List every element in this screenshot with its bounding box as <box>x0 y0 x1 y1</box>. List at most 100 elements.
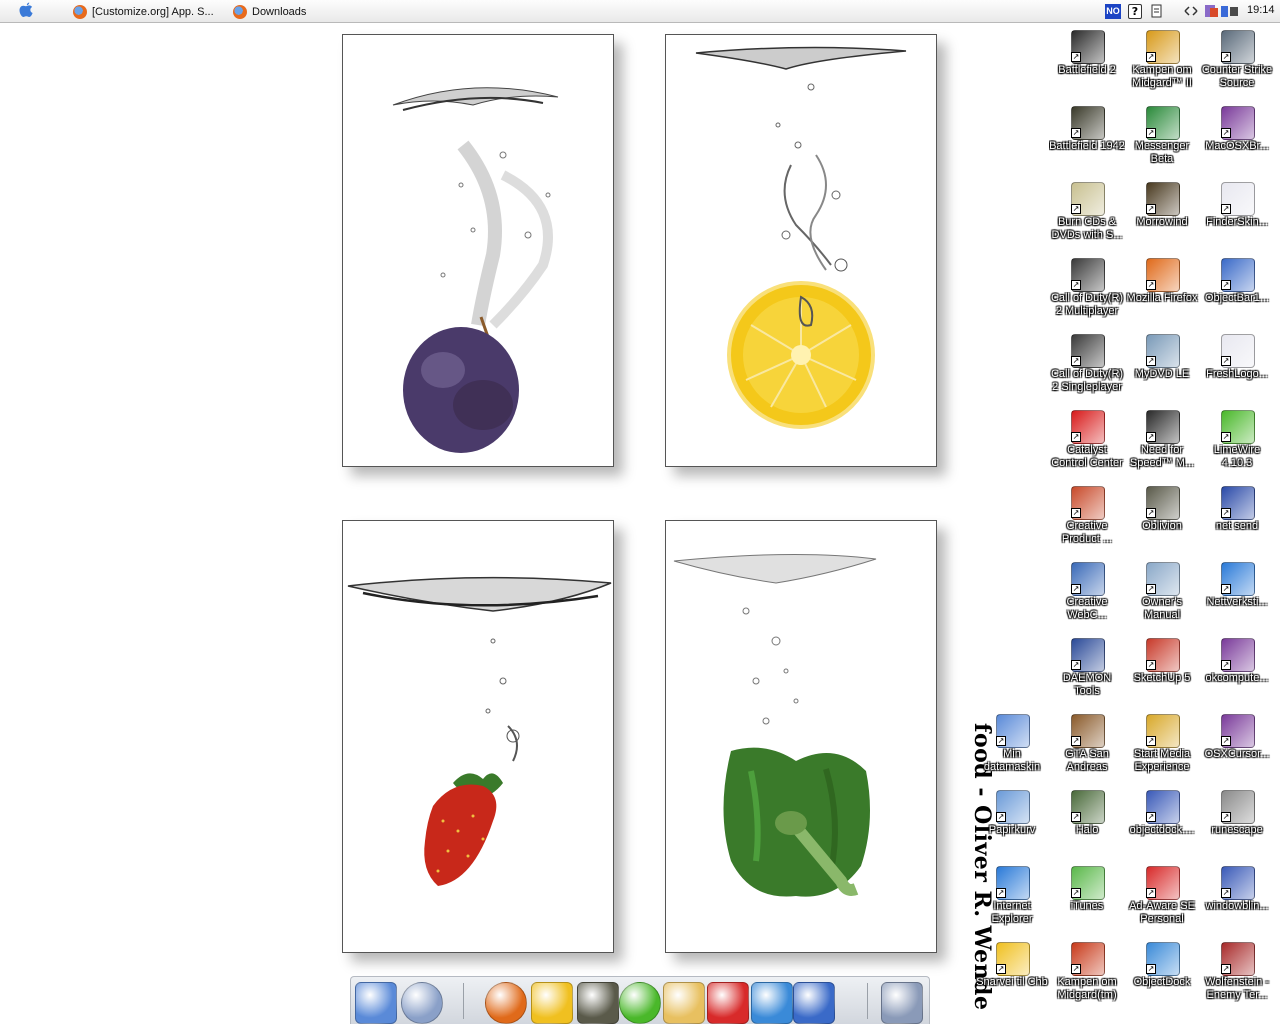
desktop-icon[interactable]: ↗ LimeWire 4.10.3 <box>1199 410 1275 486</box>
wallpaper-photo-plum <box>342 34 614 467</box>
shortcut-arrow-icon: ↗ <box>1146 660 1156 670</box>
desktop-icon[interactable]: ↗ Wolfenstein - Enemy Ter... <box>1199 942 1275 1018</box>
shortcut-arrow-icon: ↗ <box>1221 356 1231 366</box>
language-indicator[interactable]: NO <box>1105 4 1121 19</box>
dock-item-network-tools-icon[interactable] <box>751 982 793 1024</box>
dock-item-folder-icon[interactable] <box>663 982 705 1024</box>
desktop-icon-label: Mozilla Firefox <box>1126 292 1198 304</box>
desktop-icon[interactable]: ↗ Call of Duty(R) 2 Singleplayer <box>1049 334 1125 410</box>
desktop-icon[interactable]: ↗ ObjectBar1... <box>1199 258 1275 334</box>
shortcut-arrow-icon: ↗ <box>1071 736 1081 746</box>
desktop-icon[interactable]: ↗ Mozilla Firefox <box>1124 258 1200 334</box>
shortcut-arrow-icon: ↗ <box>1221 432 1231 442</box>
clock[interactable]: 19:14 <box>1247 4 1275 16</box>
shortcut-arrow-icon: ↗ <box>1146 736 1156 746</box>
desktop-icon-label: net send <box>1215 520 1259 532</box>
desktop-icon-label: Call of Duty(R) 2 Multiplayer <box>1050 292 1124 317</box>
desktop-icon[interactable]: ↗ Creative WebC... <box>1049 562 1125 638</box>
desktop-icon[interactable]: ↗ Papirkurv <box>974 790 1050 866</box>
shortcut-arrow-icon: ↗ <box>1071 812 1081 822</box>
shortcut-arrow-icon: ↗ <box>1071 280 1081 290</box>
desktop-icon[interactable]: ↗ Ad-Aware SE Personal <box>1124 866 1200 942</box>
desktop-icon[interactable]: ↗ Owner's Manual <box>1124 562 1200 638</box>
shortcut-arrow-icon: ↗ <box>1071 356 1081 366</box>
desktop-icon-label: Wolfenstein - Enemy Ter... <box>1205 976 1269 1001</box>
desktop-icon[interactable]: ↗ MyDVD LE <box>1124 334 1200 410</box>
desktop-icon[interactable]: ↗ Min datamaskin <box>974 714 1050 790</box>
desktop-icon[interactable]: ↗ MacOSXBr... <box>1199 106 1275 182</box>
desktop-icon[interactable]: ↗ okcompute... <box>1199 638 1275 714</box>
desktop-icon[interactable]: ↗ Battlefield 1942 <box>1049 106 1125 182</box>
desktop-icon[interactable]: ↗ runescape <box>1199 790 1275 866</box>
desktop-icon[interactable]: ↗ OSXCursor... <box>1199 714 1275 790</box>
object-dock <box>350 976 930 1024</box>
desktop-icon-label: MacOSXBr... <box>1205 140 1269 152</box>
desktop-icon-label: Kampen om Midgard(tm) <box>1057 976 1117 1001</box>
top-menubar: [Customize.org] App. S... Downloads NO ?… <box>0 0 1280 23</box>
desktop-icon[interactable]: ↗ Kampen om Midgard™ II <box>1124 30 1200 106</box>
desktop-icon[interactable]: ↗ SketchUp 5 <box>1124 638 1200 714</box>
dock-item-my-computer-icon[interactable] <box>355 982 397 1024</box>
desktop-icon-label: ObjectDock <box>1133 976 1191 988</box>
desktop-icon[interactable]: ↗ iTunes <box>1049 866 1125 942</box>
document-tray-icon[interactable] <box>1151 4 1163 19</box>
desktop-icon[interactable]: ↗ Nettverksti... <box>1199 562 1275 638</box>
desktop-icon-label: GTA San Andreas <box>1065 748 1109 773</box>
desktop-icon[interactable]: ↗ ObjectDock <box>1124 942 1200 1018</box>
desktop-icon[interactable]: ↗ GTA San Andreas <box>1049 714 1125 790</box>
taskbar-button-downloads[interactable]: Downloads <box>233 3 306 20</box>
desktop-icon[interactable]: ↗ Need for Speed™ M... <box>1124 410 1200 486</box>
shortcut-arrow-icon: ↗ <box>1146 204 1156 214</box>
desktop-icon[interactable]: ↗ FinderSkin... <box>1199 182 1275 258</box>
shortcut-arrow-icon: ↗ <box>1146 280 1156 290</box>
dock-item-oblivion-icon[interactable] <box>577 982 619 1024</box>
desktop-icon-label: Creative Product ... <box>1061 520 1113 545</box>
desktop-icon[interactable]: ↗ objectdock.... <box>1124 790 1200 866</box>
taskbar-button-customize[interactable]: [Customize.org] App. S... <box>73 3 214 20</box>
network-tray-icon[interactable] <box>1183 4 1199 19</box>
desktop-icon[interactable]: ↗ FreshLogo... <box>1199 334 1275 410</box>
desktop-icon[interactable]: ↗ Counter Strike Source <box>1199 30 1275 106</box>
apple-menu-icon[interactable] <box>18 2 34 24</box>
desktop-icon[interactable]: ↗ Burn CDs & DVDs with S... <box>1049 182 1125 258</box>
desktop-icon[interactable]: ↗ Call of Duty(R) 2 Multiplayer <box>1049 258 1125 334</box>
shortcut-arrow-icon: ↗ <box>1071 508 1081 518</box>
desktop-icon[interactable]: ↗ Kampen om Midgard(tm) <box>1049 942 1125 1018</box>
shortcut-arrow-icon: ↗ <box>1221 128 1231 138</box>
system-tray-icons[interactable] <box>1205 4 1239 19</box>
desktop-icon-label: Kampen om Midgard™ II <box>1132 64 1192 89</box>
shortcut-arrow-icon: ↗ <box>1221 812 1231 822</box>
desktop-icon[interactable]: ↗ Catalyst Control Center <box>1049 410 1125 486</box>
dock-item-clock-icon[interactable] <box>401 982 443 1024</box>
desktop-icon-label: Battlefield 2 <box>1058 64 1116 76</box>
desktop-icon[interactable]: ↗ Creative Product ... <box>1049 486 1125 562</box>
dock-item-limewire-icon[interactable] <box>619 982 661 1024</box>
shortcut-arrow-icon: ↗ <box>1071 52 1081 62</box>
taskbar-button-label: [Customize.org] App. S... <box>92 5 214 18</box>
desktop-icon[interactable]: ↗ DAEMON Tools <box>1049 638 1125 714</box>
shortcut-arrow-icon: ↗ <box>1221 52 1231 62</box>
shortcut-arrow-icon: ↗ <box>1071 964 1081 974</box>
desktop-icon[interactable]: ↗ Messenger Beta <box>1124 106 1200 182</box>
desktop-icon[interactable]: ↗ Battlefield 2 <box>1049 30 1125 106</box>
desktop-icon[interactable]: ↗ Halo <box>1049 790 1125 866</box>
help-icon[interactable]: ? <box>1128 4 1142 19</box>
shortcut-arrow-icon: ↗ <box>1146 508 1156 518</box>
shortcut-arrow-icon: ↗ <box>1071 204 1081 214</box>
shortcut-arrow-icon: ↗ <box>996 736 1006 746</box>
desktop-icon[interactable]: ↗ windowblin... <box>1199 866 1275 942</box>
shortcut-arrow-icon: ↗ <box>1146 888 1156 898</box>
dock-item-firefox-icon[interactable] <box>485 982 527 1024</box>
dock-item-objectdock-icon[interactable] <box>793 982 835 1024</box>
desktop-icon[interactable]: ↗ Snarvei til Chb <box>974 942 1050 1018</box>
desktop-icon-label: Halo <box>1075 824 1099 836</box>
desktop-icon[interactable]: ↗ Morrowind <box>1124 182 1200 258</box>
desktop-icon[interactable]: ↗ Start Media Experience <box>1124 714 1200 790</box>
dock-item-trash-icon[interactable] <box>881 982 923 1024</box>
desktop-icon[interactable]: ↗ net send <box>1199 486 1275 562</box>
desktop-icon[interactable]: ↗ Oblivion <box>1124 486 1200 562</box>
desktop-icon[interactable]: ↗ Internet Explorer <box>974 866 1050 942</box>
dock-item-ad-aware-icon[interactable] <box>707 982 749 1024</box>
dock-item-star-icon[interactable] <box>531 982 573 1024</box>
desktop-icon-label: Snarvei til Chb <box>976 976 1048 988</box>
